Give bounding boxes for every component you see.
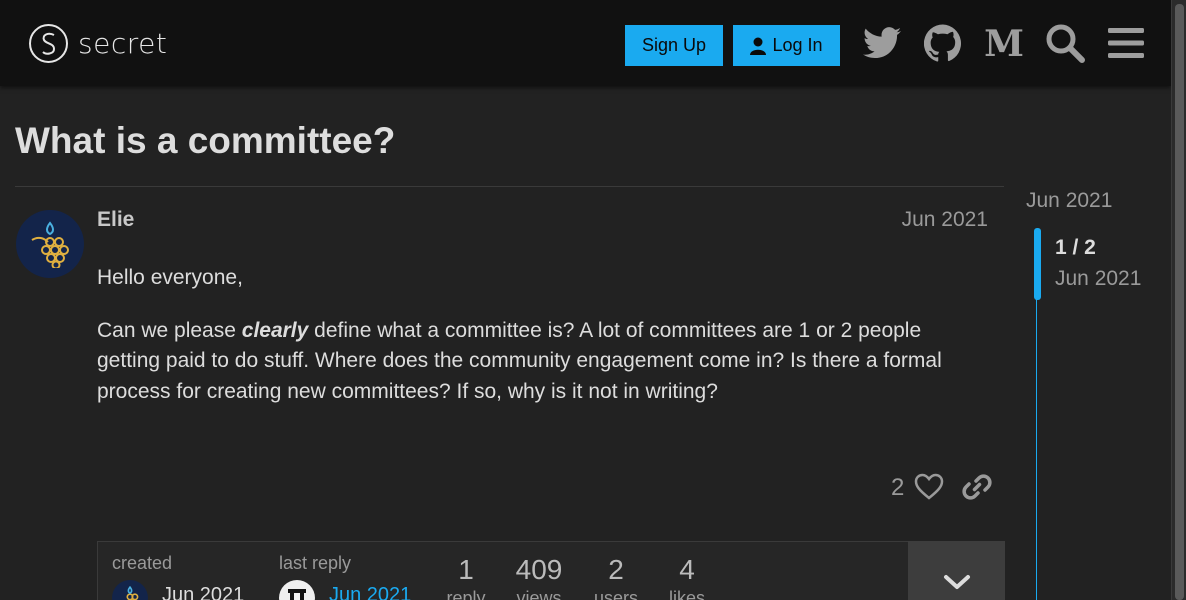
topic-map: created Jun 2021 last reply Jun 2021 1 r… [97, 541, 1005, 600]
post-username[interactable]: Elie [97, 208, 134, 232]
timeline-position-date: Jun 2021 [1055, 267, 1142, 290]
replies-label: reply [446, 588, 486, 600]
user-icon [750, 37, 767, 55]
grapes-icon [31, 221, 69, 268]
last-reply-date[interactable]: Jun 2021 [329, 584, 411, 600]
post-greeting: Hello everyone, [97, 266, 243, 289]
created-label: created [112, 553, 173, 573]
expand-topic-map-button[interactable] [908, 541, 1005, 600]
post-paragraph: Can we please clearly define what a comm… [97, 316, 987, 408]
likes-count: 4 [679, 554, 695, 585]
medium-icon[interactable]: M [983, 22, 1025, 64]
sign-up-label: Sign Up [641, 35, 707, 55]
post-body: Hello everyone, Can we please clearly de… [97, 263, 987, 429]
search-icon[interactable] [1044, 22, 1086, 64]
twitter-icon[interactable] [861, 22, 903, 64]
replies-count: 1 [458, 554, 474, 585]
created-date[interactable]: Jun 2021 [162, 584, 244, 600]
like-count[interactable]: 2 [891, 474, 904, 502]
scrollbar-thumb[interactable] [1175, 4, 1184, 600]
last-reply-label: last reply [279, 553, 352, 573]
timeline-handle[interactable] [1034, 228, 1041, 300]
topic-title[interactable]: What is a committee? [15, 120, 395, 162]
link-icon[interactable] [962, 472, 992, 507]
site-header: secret Sign Up Log In M [0, 0, 1171, 86]
views-count: 409 [515, 554, 563, 585]
heart-icon[interactable] [914, 473, 944, 506]
post-text-before: Can we please [97, 318, 242, 342]
github-icon[interactable] [922, 22, 964, 64]
page-scrollbar[interactable] [1171, 0, 1186, 600]
log-in-label: Log In [772, 35, 823, 55]
post-date[interactable]: Jun 2021 [902, 208, 988, 232]
svg-text:M: M [984, 27, 1024, 59]
hamburger-menu-icon[interactable] [1105, 22, 1147, 64]
last-replier-avatar[interactable] [279, 580, 315, 600]
users-count: 2 [608, 554, 624, 585]
post-emphasis: clearly [241, 318, 309, 342]
creator-avatar[interactable] [112, 580, 148, 600]
views-label: views [516, 588, 562, 600]
logo-mark-icon [29, 24, 68, 63]
logo-text: secret [78, 27, 168, 60]
likes-label: likes [668, 588, 705, 600]
chevron-down-icon [943, 575, 970, 589]
log-in-button[interactable]: Log In [733, 25, 840, 66]
users-label: users [593, 588, 638, 600]
sign-up-button[interactable]: Sign Up [625, 25, 723, 66]
title-divider [15, 186, 1004, 187]
avatar[interactable] [16, 210, 84, 278]
timeline-position: 1 / 2 [1055, 236, 1096, 259]
timeline-start-date[interactable]: Jun 2021 [1026, 189, 1112, 213]
site-logo[interactable]: secret [29, 24, 167, 63]
